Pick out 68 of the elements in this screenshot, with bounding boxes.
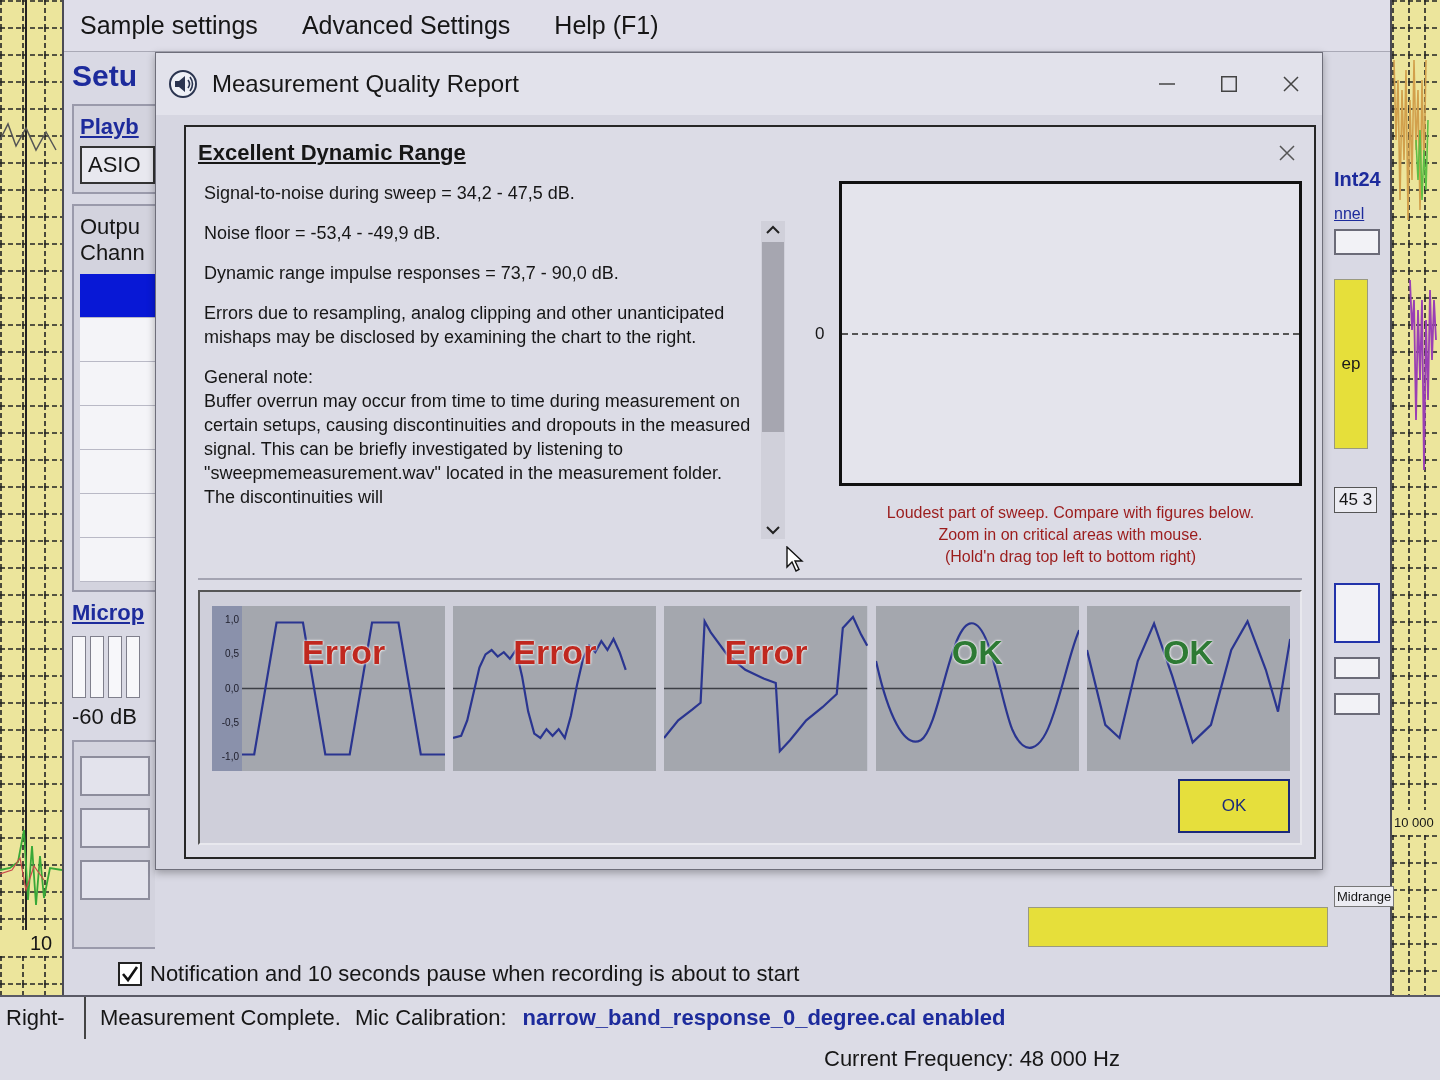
menu-item[interactable]: Sample settings xyxy=(80,11,258,40)
section-link[interactable]: Playb xyxy=(80,114,139,140)
tag-label: Midrange xyxy=(1334,886,1395,907)
verdict-label: Error xyxy=(724,633,808,672)
checkbox-label[interactable]: Notification and 10 seconds pause when recording is about to start xyxy=(150,961,800,987)
meter-bar xyxy=(72,636,86,698)
section-link[interactable]: nnel xyxy=(1334,205,1365,223)
result-text: Errors due to resampling, analog clipping and other unanticipated mishaps may be disclosed by examining the chart to the right. xyxy=(204,302,726,349)
status-panel-label: Right- xyxy=(0,997,86,1039)
panel-button[interactable] xyxy=(80,756,150,796)
axis-tick-label: 0,0 xyxy=(225,682,239,695)
scrollbar-thumb[interactable] xyxy=(762,242,784,432)
status-text: Current Frequency: 48 000 Hz xyxy=(824,1046,1120,1073)
note-text: Buffer overrun may occur from time to time during measurement on certain setups, causing discontinuities and dropouts in the measured signal. This can be briefly investigated by listening to "sweepmemeasurement.wav" located in the measurement folder. The discontinuities will xyxy=(204,390,752,509)
action-button[interactable]: ep xyxy=(1334,279,1368,449)
plot-area[interactable] xyxy=(839,181,1302,486)
report-heading: Excellent Dynamic Range xyxy=(198,140,466,166)
plot-caption: Loudest part of sweep. Compare with figures below. xyxy=(885,503,1256,523)
result-text: Dynamic range impulse responses = 73,7 - 90,0 dB. xyxy=(204,262,620,285)
scrollbar[interactable] xyxy=(761,221,785,539)
result-text: Signal-to-noise during sweep = 34,2 - 47,5 dB. xyxy=(204,182,576,205)
maximize-icon xyxy=(1221,76,1237,92)
panel-button[interactable] xyxy=(80,808,150,848)
axis-tick-label: 10 xyxy=(29,931,53,956)
axis-tick-label: 10 000 xyxy=(1393,814,1434,832)
select-field[interactable]: ASIO xyxy=(80,146,155,184)
status-text: Mic Calibration: xyxy=(354,1004,507,1031)
axis-tick-label: -1,0 xyxy=(221,751,239,763)
app-title: Setu xyxy=(72,58,138,94)
close-icon xyxy=(1279,145,1295,161)
verdict-label: OK xyxy=(1162,633,1214,672)
meter-bar xyxy=(90,636,104,698)
action-button[interactable] xyxy=(1028,907,1328,947)
minimize-icon xyxy=(1159,83,1175,85)
scroll-down-icon[interactable] xyxy=(766,526,780,535)
input-field[interactable] xyxy=(1334,657,1380,679)
section-link[interactable]: Microp xyxy=(72,600,145,626)
chart-grid-drawing xyxy=(0,956,62,995)
result-text: Noise floor = -53,4 - -49,9 dB. xyxy=(204,222,442,245)
plot-caption: (Hold'n drag top left to bottom right) xyxy=(943,547,1198,567)
axis-tick-label: -0,5 xyxy=(221,716,239,729)
scroll-up-icon[interactable] xyxy=(766,225,780,234)
axis-tick-label: 0,5 xyxy=(225,648,239,661)
list-row[interactable] xyxy=(80,274,155,318)
input-field[interactable] xyxy=(1334,229,1380,255)
axis-tick-label: 1,0 xyxy=(225,614,239,626)
window-title: Measurement Quality Report xyxy=(212,70,519,98)
meter-bar xyxy=(108,636,122,698)
input-field[interactable] xyxy=(1334,693,1380,715)
format-label: Int24 xyxy=(1334,168,1381,191)
meter-reading: -60 dB xyxy=(72,704,138,730)
menu-item[interactable]: Advanced Settings xyxy=(301,11,511,40)
checkbox[interactable] xyxy=(118,962,142,986)
menu-item[interactable]: Help (F1) xyxy=(554,11,659,40)
column-header: Outpu Chann xyxy=(80,214,145,266)
panel-button[interactable] xyxy=(80,860,150,900)
note-heading: General note: xyxy=(204,366,315,389)
speaker-icon xyxy=(168,69,198,99)
cursor-icon xyxy=(786,546,804,572)
ok-button[interactable]: OK xyxy=(1178,779,1290,833)
meter-bar xyxy=(126,636,140,698)
axis-tick-label: 0 xyxy=(815,323,826,344)
calibration-file-name: narrow_band_response_0_degree.cal enabled xyxy=(522,1004,1006,1031)
input-field[interactable] xyxy=(1334,583,1380,643)
plot-caption: Zoom in on critical areas with mouse. xyxy=(937,525,1204,545)
close-icon xyxy=(1283,76,1299,92)
status-text: Measurement Complete. xyxy=(100,1004,341,1031)
value-field[interactable]: 45 3 xyxy=(1334,487,1378,513)
